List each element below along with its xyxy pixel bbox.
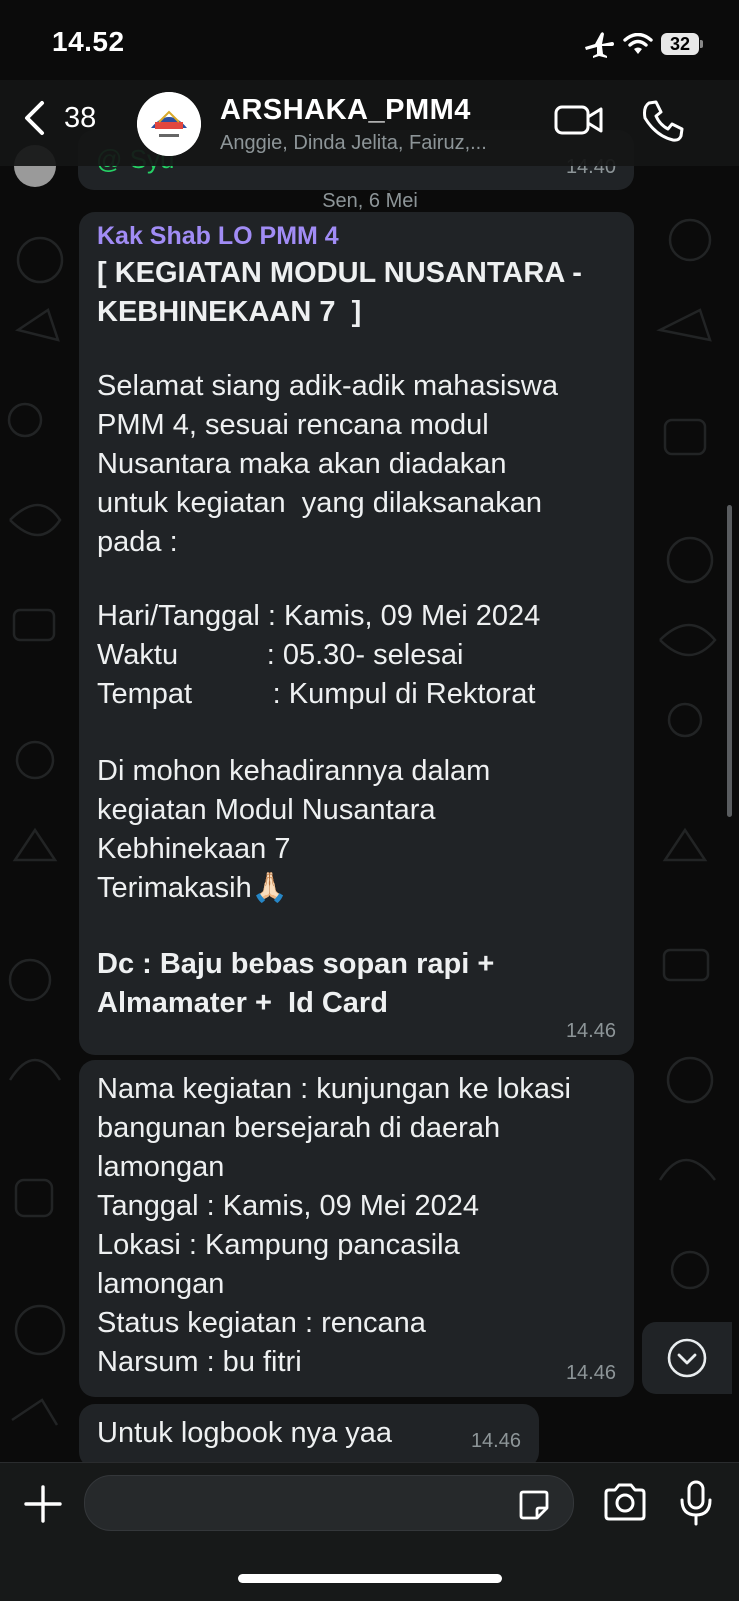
message-closing-line: Terimakasih🙏🏻 <box>97 872 288 904</box>
message-time: 14.46 <box>565 1362 616 1384</box>
sticker-icon <box>519 1490 549 1520</box>
message-line: Lokasi : Kampung pancasila <box>97 1229 460 1261</box>
message-line: Tanggal : Kamis, 09 Mei 2024 <box>97 1190 480 1222</box>
sender-name[interactable]: Kak Shab LO PMM 4 <box>97 222 339 251</box>
message-detail-line: Waktu : 05.30- selesai <box>97 639 464 671</box>
back-button[interactable]: 38 <box>14 90 114 146</box>
chat-header: 38 ARSHAKA_PMM4 Anggie, Dinda Jelita, Fa… <box>0 80 739 166</box>
battery-level: 32 <box>669 34 691 54</box>
message-dresscode-line: Almamater + Id Card <box>97 987 388 1019</box>
message-line: lamongan <box>97 1151 225 1183</box>
wifi-icon <box>623 33 653 54</box>
message-line: lamongan <box>97 1268 225 1300</box>
message-body-line: Selamat siang adik-adik mahasiswa <box>97 370 558 402</box>
battery-indicator: 32 <box>661 33 703 55</box>
battery-tip <box>700 40 703 48</box>
chat-area[interactable]: @ Syu 14.40 Sen, 6 Mei Kak Shab LO PMM 4… <box>0 0 739 1600</box>
message-input[interactable] <box>105 1484 509 1524</box>
video-camera-icon <box>554 105 603 135</box>
date-separator: Sen, 6 Mei <box>322 190 418 212</box>
chevron-down-circle-icon <box>667 1338 707 1378</box>
message-closing-line: Di mohon kehadirannya dalam <box>97 755 491 787</box>
message-dresscode-line: Dc : Baju bebas sopan rapi + <box>97 948 495 980</box>
status-bar: 14.52 32 <box>0 0 739 80</box>
message-bubble[interactable]: Untuk logbook nya yaa 14.46 <box>79 1404 539 1468</box>
voice-call-button[interactable] <box>640 98 686 144</box>
attach-button[interactable] <box>20 1481 66 1527</box>
message-input-wrapper[interactable] <box>84 1475 574 1531</box>
message-line: Nama kegiatan : kunjungan ke lokasi <box>97 1073 571 1105</box>
message-body-line: untuk kegiatan yang dilaksanakan <box>97 487 542 519</box>
sticker-button[interactable] <box>517 1488 551 1522</box>
message-title-line: [ KEGIATAN MODUL NUSANTARA - <box>97 257 582 289</box>
scroll-to-bottom-button[interactable] <box>642 1322 732 1394</box>
message-detail-line: Hari/Tanggal : Kamis, 09 Mei 2024 <box>97 600 541 632</box>
plus-icon <box>24 1485 62 1523</box>
message-body-line: Nusantara maka akan diadakan <box>97 448 507 480</box>
microphone-button[interactable] <box>678 1479 714 1527</box>
airplane-mode-icon <box>585 32 614 58</box>
group-logo-icon <box>137 92 201 156</box>
message-body-line: pada : <box>97 526 178 558</box>
message-bubble[interactable]: Kak Shab LO PMM 4 [ KEGIATAN MODUL NUSAN… <box>79 212 634 1055</box>
status-time: 14.52 <box>52 26 125 57</box>
phone-icon <box>643 100 684 142</box>
group-members[interactable]: Anggie, Dinda Jelita, Fairuz,... <box>220 132 487 155</box>
unread-count[interactable]: 38 <box>64 102 96 135</box>
message-time: 14.46 <box>470 1430 521 1452</box>
message-closing-line: kegiatan Modul Nusantara <box>97 794 436 826</box>
chevron-left-icon <box>25 101 44 135</box>
message-line: Status kegiatan : rencana <box>97 1307 426 1339</box>
home-indicator[interactable] <box>238 1574 502 1583</box>
message-line: Untuk logbook nya yaa <box>97 1417 393 1449</box>
message-time: 14.46 <box>565 1020 616 1042</box>
message-line: bangunan bersejarah di daerah <box>97 1112 501 1144</box>
message-bubble[interactable]: Nama kegiatan : kunjungan ke lokasi bang… <box>79 1060 634 1397</box>
camera-icon <box>604 1483 646 1521</box>
video-call-button[interactable] <box>553 100 605 140</box>
message-detail-line: Tempat : Kumpul di Rektorat <box>97 678 536 710</box>
group-avatar[interactable] <box>137 92 201 156</box>
group-title[interactable]: ARSHAKA_PMM4 <box>220 94 471 127</box>
message-closing-line: Kebhinekaan 7 <box>97 833 291 865</box>
camera-button[interactable] <box>602 1481 648 1523</box>
microphone-icon <box>680 1480 712 1526</box>
message-title-line: KEBHINEKAAN 7 ] <box>97 296 362 328</box>
message-body-line: PMM 4, sesuai rencana modul <box>97 409 489 441</box>
scroll-indicator[interactable] <box>727 505 732 817</box>
message-line: Narsum : bu fitri <box>97 1346 302 1378</box>
